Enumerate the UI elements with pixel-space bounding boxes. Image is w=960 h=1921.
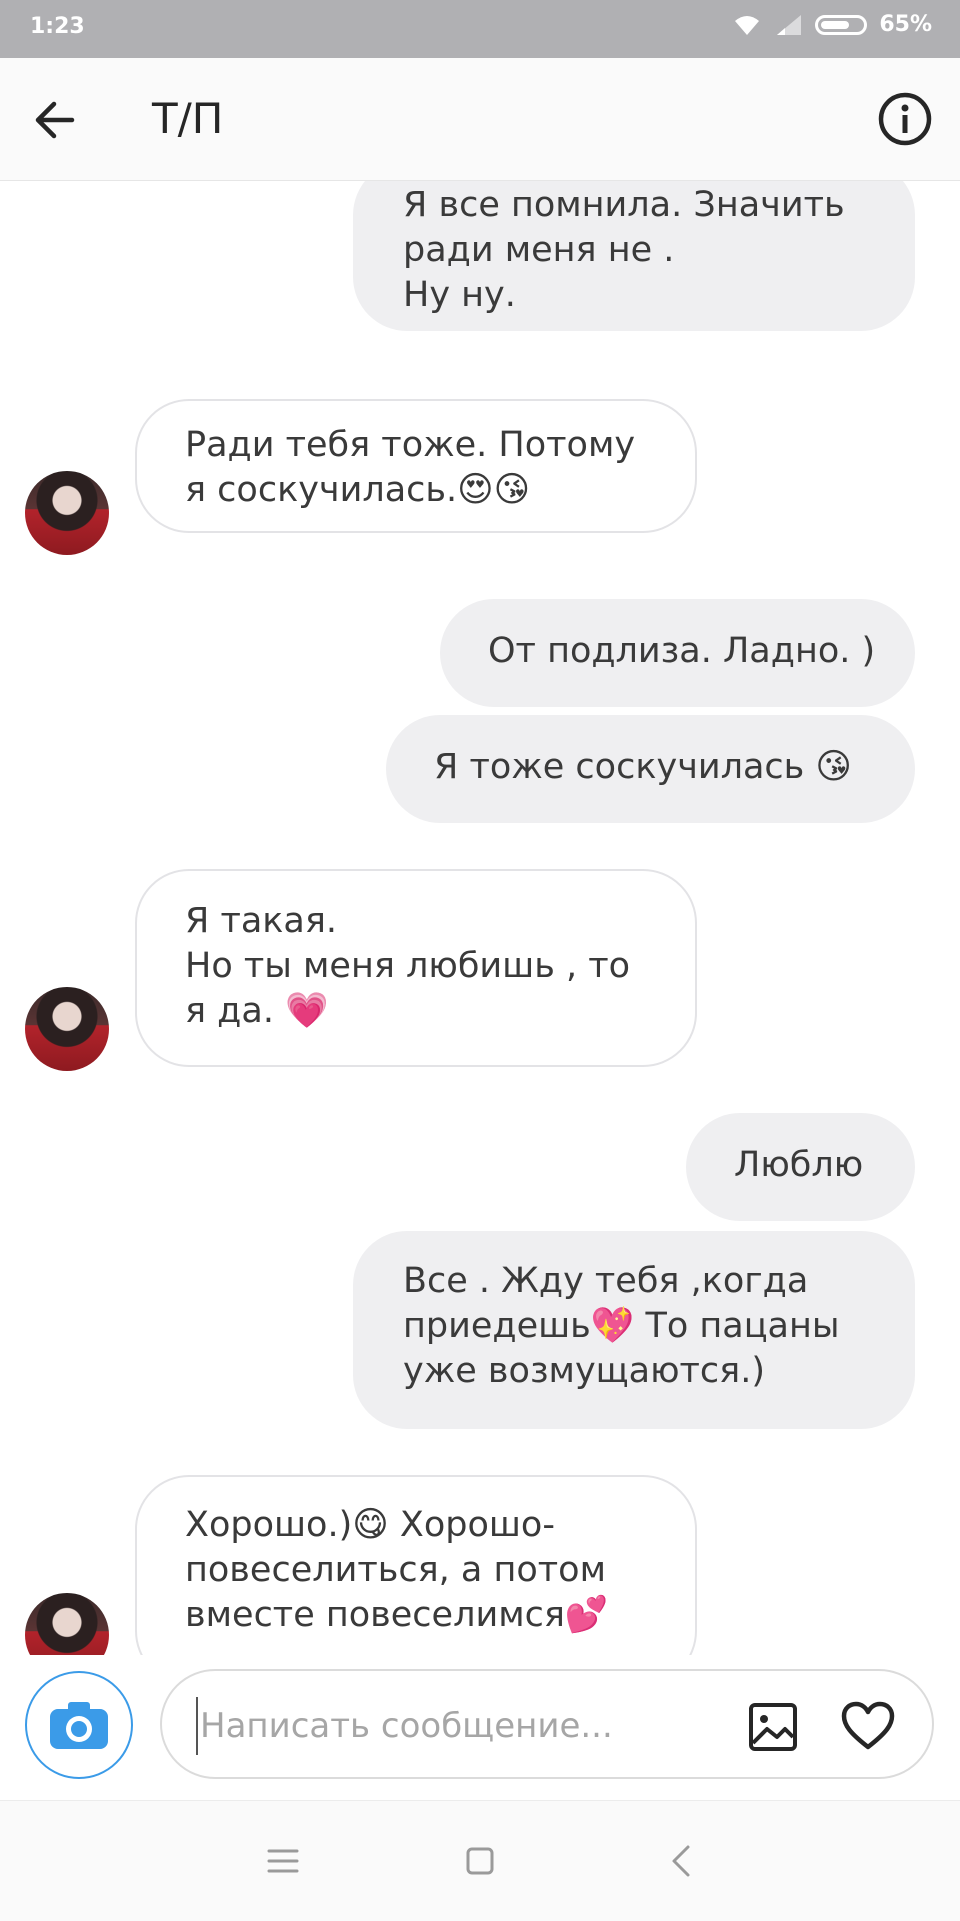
- camera-button[interactable]: [25, 1671, 133, 1779]
- battery-icon: [815, 14, 868, 35]
- status-bar: 1:23 65%: [0, 0, 960, 58]
- message-bubble-incoming[interactable]: Я такая. Но ты меня любишь , то я да. 💗: [135, 869, 697, 1067]
- message-list[interactable]: Я все помнила. Значить ради меня не . Ну…: [0, 181, 960, 1655]
- camera-icon: [50, 1702, 108, 1749]
- message-bubble-incoming[interactable]: Хорошо.)😋 Хорошо- повеселиться, а потом …: [135, 1475, 697, 1655]
- signal-icon: [777, 14, 802, 35]
- wifi-icon: [735, 15, 760, 35]
- battery-percent: 65%: [879, 12, 932, 37]
- message-input[interactable]: [196, 1697, 722, 1755]
- menu-icon[interactable]: [263, 1841, 303, 1881]
- gallery-icon[interactable]: [747, 1701, 799, 1753]
- heart-icon[interactable]: [840, 1699, 896, 1755]
- message-bubble-outgoing[interactable]: Я все помнила. Значить ради меня не . Ну…: [353, 181, 915, 331]
- system-nav-bar: [0, 1800, 960, 1921]
- message-bubble-outgoing[interactable]: От подлиза. Ладно. ): [440, 599, 915, 707]
- chat-header: Т/П: [0, 58, 960, 181]
- chevron-left-icon[interactable]: [662, 1841, 702, 1881]
- avatar[interactable]: [25, 1593, 109, 1655]
- message-bubble-incoming[interactable]: Ради тебя тоже. Потому я соскучилась.😍😘: [135, 399, 697, 533]
- arrow-left-icon[interactable]: [30, 94, 82, 146]
- chat-title[interactable]: Т/П: [152, 94, 223, 143]
- message-bubble-outgoing[interactable]: Люблю: [686, 1113, 915, 1221]
- status-icons: 65%: [731, 12, 932, 37]
- avatar[interactable]: [25, 987, 109, 1071]
- info-icon[interactable]: [876, 90, 934, 148]
- home-square-icon[interactable]: [460, 1841, 500, 1881]
- message-bubble-outgoing[interactable]: Я тоже соскучилась 😘: [386, 715, 915, 823]
- message-composer: [0, 1655, 960, 1800]
- message-input-container[interactable]: [160, 1669, 934, 1779]
- status-time: 1:23: [30, 14, 85, 39]
- message-bubble-outgoing[interactable]: Все . Жду тебя ,когда приедешь💖 То пацан…: [353, 1231, 915, 1429]
- avatar[interactable]: [25, 471, 109, 555]
